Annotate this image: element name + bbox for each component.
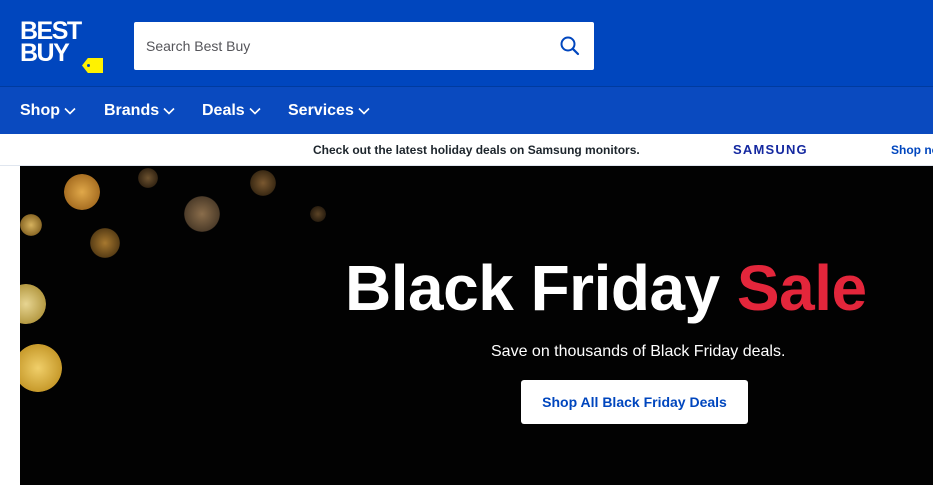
nav-item-label: Deals [202,102,245,119]
bokeh-light [20,344,62,392]
chevron-down-icon [358,107,370,115]
bokeh-light [250,170,276,196]
chevron-down-icon [163,107,175,115]
logo-wordmark: BEST BUY [20,19,82,67]
bokeh-light [64,174,100,210]
nav-item-deals[interactable]: Deals [202,87,261,135]
best-buy-logo[interactable]: BEST BUY [20,19,104,74]
hero-banner: Black Friday Sale Save on thousands of B… [20,166,933,485]
bokeh-light [20,284,46,324]
hero-subtitle: Save on thousands of Black Friday deals. [491,343,786,360]
search-bar [134,22,594,70]
bokeh-light [184,196,220,232]
search-icon[interactable] [558,34,582,58]
chevron-down-icon [64,107,76,115]
bokeh-light [20,214,42,236]
hero-title-accent: Sale [736,252,867,324]
promo-banner[interactable]: Check out the latest holiday deals on Sa… [0,134,933,166]
promo-text: Check out the latest holiday deals on Sa… [313,143,640,157]
hero-title: Black Friday Sale [345,250,867,326]
nav-item-shop[interactable]: Shop [20,87,76,135]
shop-all-black-friday-deals-button[interactable]: Shop All Black Friday Deals [521,380,748,424]
search-input[interactable] [134,22,544,70]
bokeh-light [138,168,158,188]
hero-title-main: Black Friday [345,252,720,324]
chevron-down-icon [249,107,261,115]
samsung-logo: SAMSUNG [733,142,808,157]
nav-item-label: Brands [104,102,160,119]
nav-item-services[interactable]: Services [288,87,370,135]
header-top-bar: BEST BUY [0,0,933,86]
promo-shop-link[interactable]: Shop now [891,143,933,157]
logo-tag-icon [82,58,103,73]
nav-item-label: Services [288,102,354,119]
nav-item-label: Shop [20,102,60,119]
main-nav: Shop Brands Deals Services [0,86,933,134]
nav-item-brands[interactable]: Brands [104,87,175,135]
bokeh-light [90,228,120,258]
bokeh-light [310,206,326,222]
logo-line-2: BUY [20,39,70,67]
